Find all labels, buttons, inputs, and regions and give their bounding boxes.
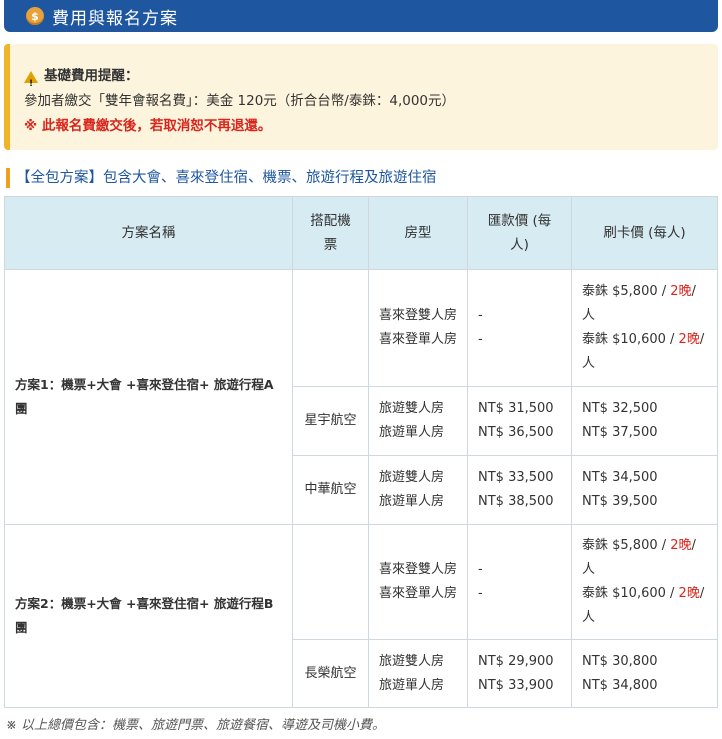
plan-1-airline-1-card: NT$ 32,500 NT$ 37,500 bbox=[571, 386, 718, 456]
footnote: ※ 以上總價包含：機票、旅遊門票、旅遊餐宿、導遊及司機小費。 bbox=[6, 718, 386, 733]
transfer-price: - bbox=[478, 586, 483, 601]
plan-2-sheraton-transfer: - - bbox=[467, 524, 572, 640]
col-header-card-price: 刷卡價 (每人) bbox=[571, 196, 718, 270]
room-type: 旅遊單人房 bbox=[379, 425, 445, 440]
card-price-amount: 泰銖 $10,600 / bbox=[582, 586, 679, 601]
col-header-transfer-price: 匯款價 (每人) bbox=[467, 196, 572, 270]
room-type: 喜來登雙人房 bbox=[379, 308, 458, 323]
room-type: 旅遊單人房 bbox=[379, 494, 445, 509]
room-type: 旅遊雙人房 bbox=[379, 470, 445, 485]
pricing-table: 方案名稱 搭配機票 房型 匯款價 (每人) 刷卡價 (每人) 方案1：機票+大會… bbox=[4, 196, 718, 708]
plan-1-sheraton-airline bbox=[292, 269, 369, 387]
card-price-nights: 2晚 bbox=[678, 586, 700, 601]
card-price: NT$ 39,500 bbox=[582, 494, 658, 509]
card-price-nights: 2晚 bbox=[670, 538, 692, 553]
room-type: 旅遊雙人房 bbox=[379, 401, 445, 416]
card-price-amount: 泰銖 $5,800 / bbox=[582, 538, 671, 553]
room-type: 旅遊雙人房 bbox=[379, 653, 445, 669]
plan-2-airline-1: 長榮航空 bbox=[292, 639, 369, 708]
money-bag-icon: $ bbox=[26, 7, 44, 25]
section-title: 【全包方案】包含大會、喜來登住宿、機票、旅遊行程及旅遊住宿 bbox=[6, 168, 437, 188]
plan-1-name: 方案1：機票+大會 +喜來登住宿+ 旅遊行程A團 bbox=[4, 269, 293, 525]
card-price: NT$ 34,800 bbox=[582, 677, 658, 693]
header-title: 費用與報名方案 bbox=[52, 8, 178, 29]
card-price: NT$ 30,800 bbox=[582, 653, 658, 669]
plan-2-name: 方案2：機票+大會 +喜來登住宿+ 旅遊行程B團 bbox=[4, 524, 293, 708]
plan-2-sheraton-card: 泰銖 $5,800 / 2晚/人 泰銖 $10,600 / 2晚/人 bbox=[571, 524, 718, 640]
plan-1-airline-1-rooms: 旅遊雙人房 旅遊單人房 bbox=[368, 386, 468, 456]
card-price-nights: 2晚 bbox=[678, 332, 700, 347]
card-price: NT$ 37,500 bbox=[582, 425, 658, 440]
card-price: NT$ 32,500 bbox=[582, 401, 658, 416]
section-header: $ 費用與報名方案 bbox=[4, 0, 718, 32]
plan-1-sheraton-rooms: 喜來登雙人房 喜來登單人房 bbox=[368, 269, 468, 387]
transfer-price: - bbox=[478, 332, 483, 347]
col-header-plan: 方案名稱 bbox=[4, 196, 293, 270]
notice-title-row: 基礎費用提醒： bbox=[24, 64, 718, 97]
room-type: 喜來登單人房 bbox=[379, 332, 458, 347]
plan-1-airline-1-transfer: NT$ 31,500 NT$ 36,500 bbox=[467, 386, 572, 456]
card-price-nights: 2晚 bbox=[670, 284, 692, 299]
plan-2-sheraton-rooms: 喜來登雙人房 喜來登單人房 bbox=[368, 524, 468, 640]
plan-1-airline-2-card: NT$ 34,500 NT$ 39,500 bbox=[571, 455, 718, 525]
transfer-price: - bbox=[478, 308, 483, 323]
room-type: 喜來登單人房 bbox=[379, 586, 458, 601]
room-type: 喜來登雙人房 bbox=[379, 562, 458, 577]
card-price-amount: 泰銖 $10,600 / bbox=[582, 332, 679, 347]
plan-2-airline-1-rooms: 旅遊雙人房 旅遊單人房 bbox=[368, 639, 468, 708]
plan-1-sheraton-card: 泰銖 $5,800 / 2晚/人 泰銖 $10,600 / 2晚/人 bbox=[571, 269, 718, 387]
notice-warning: ※ 此報名費繳交後，若取消恕不再退還。 bbox=[24, 118, 272, 134]
card-price: 泰銖 $5,800 / 2晚/人 bbox=[582, 280, 707, 328]
plan-1-airline-1: 星宇航空 bbox=[292, 386, 369, 456]
col-header-airline: 搭配機票 bbox=[292, 196, 369, 270]
room-type: 旅遊單人房 bbox=[379, 677, 445, 693]
plan-1-airline-2-rooms: 旅遊雙人房 旅遊單人房 bbox=[368, 455, 468, 525]
plan-2-airline-1-card: NT$ 30,800 NT$ 34,800 bbox=[571, 639, 718, 708]
transfer-price: NT$ 38,500 bbox=[478, 494, 554, 509]
transfer-price: NT$ 33,500 bbox=[478, 470, 554, 485]
plan-2-airline-1-transfer: NT$ 29,900 NT$ 33,900 bbox=[467, 639, 572, 708]
col-header-room: 房型 bbox=[368, 196, 468, 270]
page: $ 費用與報名方案 基礎費用提醒： 參加者繳交「雙年會報名費」：美金 120元（… bbox=[0, 0, 722, 739]
notice-fee-text: 參加者繳交「雙年會報名費」：美金 120元（折合台幣/泰銖：4,000元） bbox=[24, 93, 456, 109]
transfer-price: NT$ 33,900 bbox=[478, 677, 554, 693]
transfer-price: NT$ 29,900 bbox=[478, 653, 554, 669]
transfer-price: - bbox=[478, 562, 483, 577]
transfer-price: NT$ 31,500 bbox=[478, 401, 554, 416]
card-price: 泰銖 $10,600 / 2晚/人 bbox=[582, 328, 707, 376]
notice-title: 基礎費用提醒： bbox=[44, 68, 139, 84]
plan-1-airline-2-transfer: NT$ 33,500 NT$ 38,500 bbox=[467, 455, 572, 525]
card-price: 泰銖 $10,600 / 2晚/人 bbox=[582, 582, 707, 630]
card-price: 泰銖 $5,800 / 2晚/人 bbox=[582, 534, 707, 582]
plan-2-sheraton-airline bbox=[292, 524, 369, 640]
warning-icon bbox=[24, 70, 38, 97]
transfer-price: NT$ 36,500 bbox=[478, 425, 554, 440]
card-price-amount: 泰銖 $5,800 / bbox=[582, 284, 671, 299]
fee-notice: 基礎費用提醒： 參加者繳交「雙年會報名費」：美金 120元（折合台幣/泰銖：4,… bbox=[4, 44, 718, 150]
plan-1-airline-2: 中華航空 bbox=[292, 455, 369, 525]
card-price: NT$ 34,500 bbox=[582, 470, 658, 485]
plan-1-sheraton-transfer: - - bbox=[467, 269, 572, 387]
